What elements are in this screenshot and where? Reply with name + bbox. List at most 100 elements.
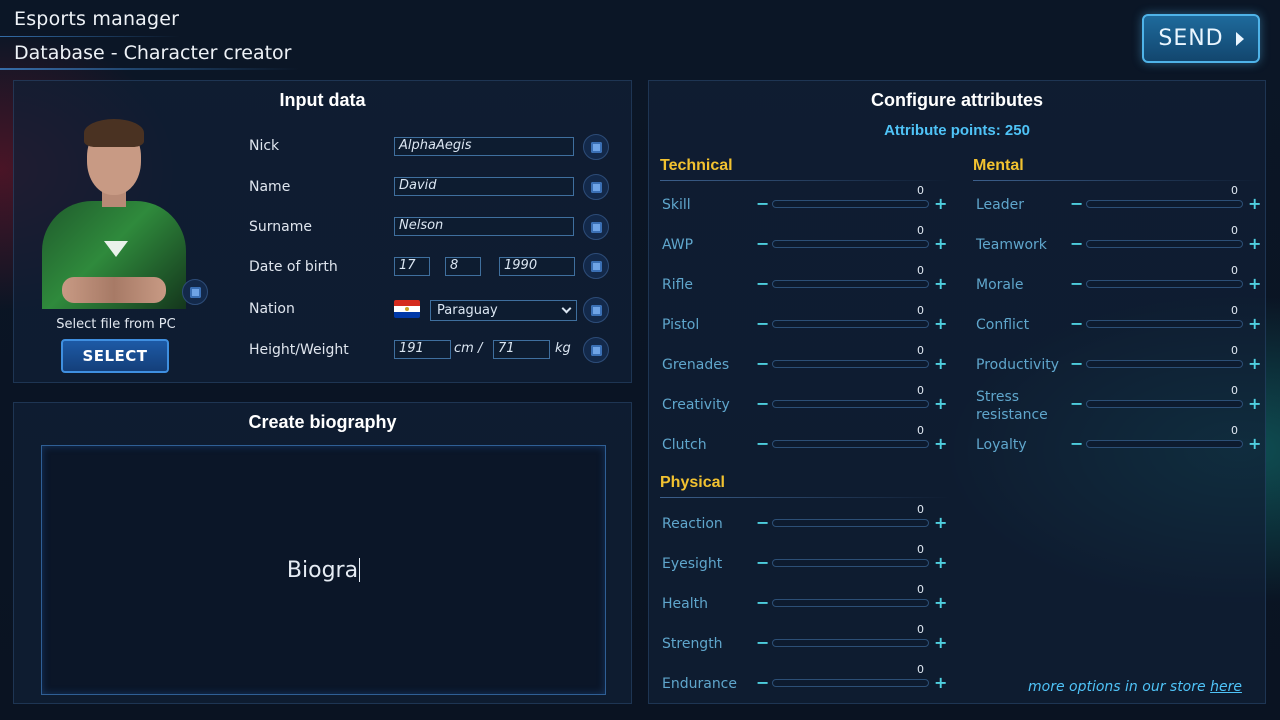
- decrease-productivity-button[interactable]: −: [1070, 354, 1083, 373]
- increase-stress-resistance-button[interactable]: +: [1248, 394, 1261, 413]
- attribute-row-pistol: Pistol − 0 +: [662, 304, 952, 340]
- rifle-slider[interactable]: [772, 280, 929, 288]
- dob-month-field[interactable]: 8: [445, 257, 481, 276]
- stress-resistance-slider[interactable]: [1086, 400, 1243, 408]
- weight-unit: kg: [555, 341, 571, 356]
- decrease-grenades-button[interactable]: −: [756, 354, 769, 373]
- decrease-endurance-button[interactable]: −: [756, 673, 769, 692]
- height-field[interactable]: 191: [394, 340, 451, 359]
- increase-loyalty-button[interactable]: +: [1248, 434, 1261, 453]
- leader-slider[interactable]: [1086, 200, 1243, 208]
- decrease-health-button[interactable]: −: [756, 593, 769, 612]
- increase-morale-button[interactable]: +: [1248, 274, 1261, 293]
- height-weight-randomize-button[interactable]: [583, 337, 609, 363]
- decrease-eyesight-button[interactable]: −: [756, 553, 769, 572]
- endurance-slider[interactable]: [772, 679, 929, 687]
- decrease-teamwork-button[interactable]: −: [1070, 234, 1083, 253]
- increase-leader-button[interactable]: +: [1248, 194, 1261, 213]
- attribute-row-teamwork: Teamwork − 0 +: [976, 224, 1266, 260]
- nation-select[interactable]: Paraguay: [430, 300, 577, 321]
- attribute-row-grenades: Grenades − 0 +: [662, 344, 952, 380]
- decrease-loyalty-button[interactable]: −: [1070, 434, 1083, 453]
- clutch-slider[interactable]: [772, 440, 929, 448]
- dob-randomize-button[interactable]: [583, 253, 609, 279]
- increase-endurance-button[interactable]: +: [934, 673, 947, 692]
- increase-awp-button[interactable]: +: [934, 234, 947, 253]
- increase-teamwork-button[interactable]: +: [1248, 234, 1261, 253]
- dice-icon: [590, 181, 602, 193]
- increase-productivity-button[interactable]: +: [1248, 354, 1261, 373]
- health-slider[interactable]: [772, 599, 929, 607]
- loyalty-slider[interactable]: [1086, 440, 1243, 448]
- increase-reaction-button[interactable]: +: [934, 513, 947, 532]
- decrease-conflict-button[interactable]: −: [1070, 314, 1083, 333]
- decrease-stress-resistance-button[interactable]: −: [1070, 394, 1083, 413]
- page-title: Database - Character creator: [14, 42, 292, 64]
- decrease-creativity-button[interactable]: −: [756, 394, 769, 413]
- send-button[interactable]: SEND: [1142, 14, 1260, 63]
- attribute-name: Eyesight: [662, 556, 723, 572]
- creativity-value: 0: [917, 384, 924, 397]
- reaction-slider[interactable]: [772, 519, 929, 527]
- decrease-skill-button[interactable]: −: [756, 194, 769, 213]
- dob-label: Date of birth: [249, 259, 338, 275]
- surname-randomize-button[interactable]: [583, 214, 609, 240]
- increase-creativity-button[interactable]: +: [934, 394, 947, 413]
- dice-icon: [590, 344, 602, 356]
- decrease-strength-button[interactable]: −: [756, 633, 769, 652]
- attribute-row-morale: Morale − 0 +: [976, 264, 1266, 300]
- attribute-name: Endurance: [662, 676, 737, 692]
- name-randomize-button[interactable]: [583, 174, 609, 200]
- decrease-awp-button[interactable]: −: [756, 234, 769, 253]
- skill-slider[interactable]: [772, 200, 929, 208]
- productivity-slider[interactable]: [1086, 360, 1243, 368]
- eyesight-slider[interactable]: [772, 559, 929, 567]
- decrease-rifle-button[interactable]: −: [756, 274, 769, 293]
- dob-day-field[interactable]: 17: [394, 257, 430, 276]
- input-data-panel: Input data Select file from PC SELECT Ni…: [13, 80, 632, 383]
- increase-rifle-button[interactable]: +: [934, 274, 947, 293]
- nick-randomize-button[interactable]: [583, 134, 609, 160]
- nick-field[interactable]: AlphaAegis: [394, 137, 574, 156]
- select-file-button[interactable]: SELECT: [61, 339, 169, 373]
- teamwork-value: 0: [1231, 224, 1238, 237]
- weight-field[interactable]: 71: [493, 340, 550, 359]
- productivity-value: 0: [1231, 344, 1238, 357]
- attribute-row-productivity: Productivity − 0 +: [976, 344, 1266, 380]
- increase-conflict-button[interactable]: +: [1248, 314, 1261, 333]
- select-file-caption: Select file from PC: [56, 317, 176, 332]
- surname-field[interactable]: Nelson: [394, 217, 574, 236]
- increase-strength-button[interactable]: +: [934, 633, 947, 652]
- decrease-clutch-button[interactable]: −: [756, 434, 769, 453]
- attribute-row-reaction: Reaction − 0 +: [662, 503, 952, 539]
- increase-grenades-button[interactable]: +: [934, 354, 947, 373]
- attribute-name: Creativity: [662, 397, 730, 413]
- attribute-name: Health: [662, 596, 708, 612]
- attribute-row-creativity: Creativity − 0 +: [662, 384, 952, 420]
- decrease-pistol-button[interactable]: −: [756, 314, 769, 333]
- teamwork-slider[interactable]: [1086, 240, 1243, 248]
- decrease-morale-button[interactable]: −: [1070, 274, 1083, 293]
- decrease-leader-button[interactable]: −: [1070, 194, 1083, 213]
- creativity-slider[interactable]: [772, 400, 929, 408]
- increase-clutch-button[interactable]: +: [934, 434, 947, 453]
- decrease-reaction-button[interactable]: −: [756, 513, 769, 532]
- conflict-slider[interactable]: [1086, 320, 1243, 328]
- grenades-slider[interactable]: [772, 360, 929, 368]
- awp-slider[interactable]: [772, 240, 929, 248]
- morale-slider[interactable]: [1086, 280, 1243, 288]
- increase-eyesight-button[interactable]: +: [934, 553, 947, 572]
- strength-slider[interactable]: [772, 639, 929, 647]
- increase-skill-button[interactable]: +: [934, 194, 947, 213]
- increase-pistol-button[interactable]: +: [934, 314, 947, 333]
- loyalty-value: 0: [1231, 424, 1238, 437]
- biography-textarea[interactable]: Biogra: [41, 445, 606, 695]
- store-link[interactable]: here: [1210, 679, 1242, 695]
- nation-randomize-button[interactable]: [583, 297, 609, 323]
- increase-health-button[interactable]: +: [934, 593, 947, 612]
- photo-randomize-button[interactable]: [182, 279, 208, 305]
- dob-year-field[interactable]: 1990: [499, 257, 575, 276]
- pistol-slider[interactable]: [772, 320, 929, 328]
- name-field[interactable]: David: [394, 177, 574, 196]
- attribute-row-skill: Skill − 0 +: [662, 184, 952, 220]
